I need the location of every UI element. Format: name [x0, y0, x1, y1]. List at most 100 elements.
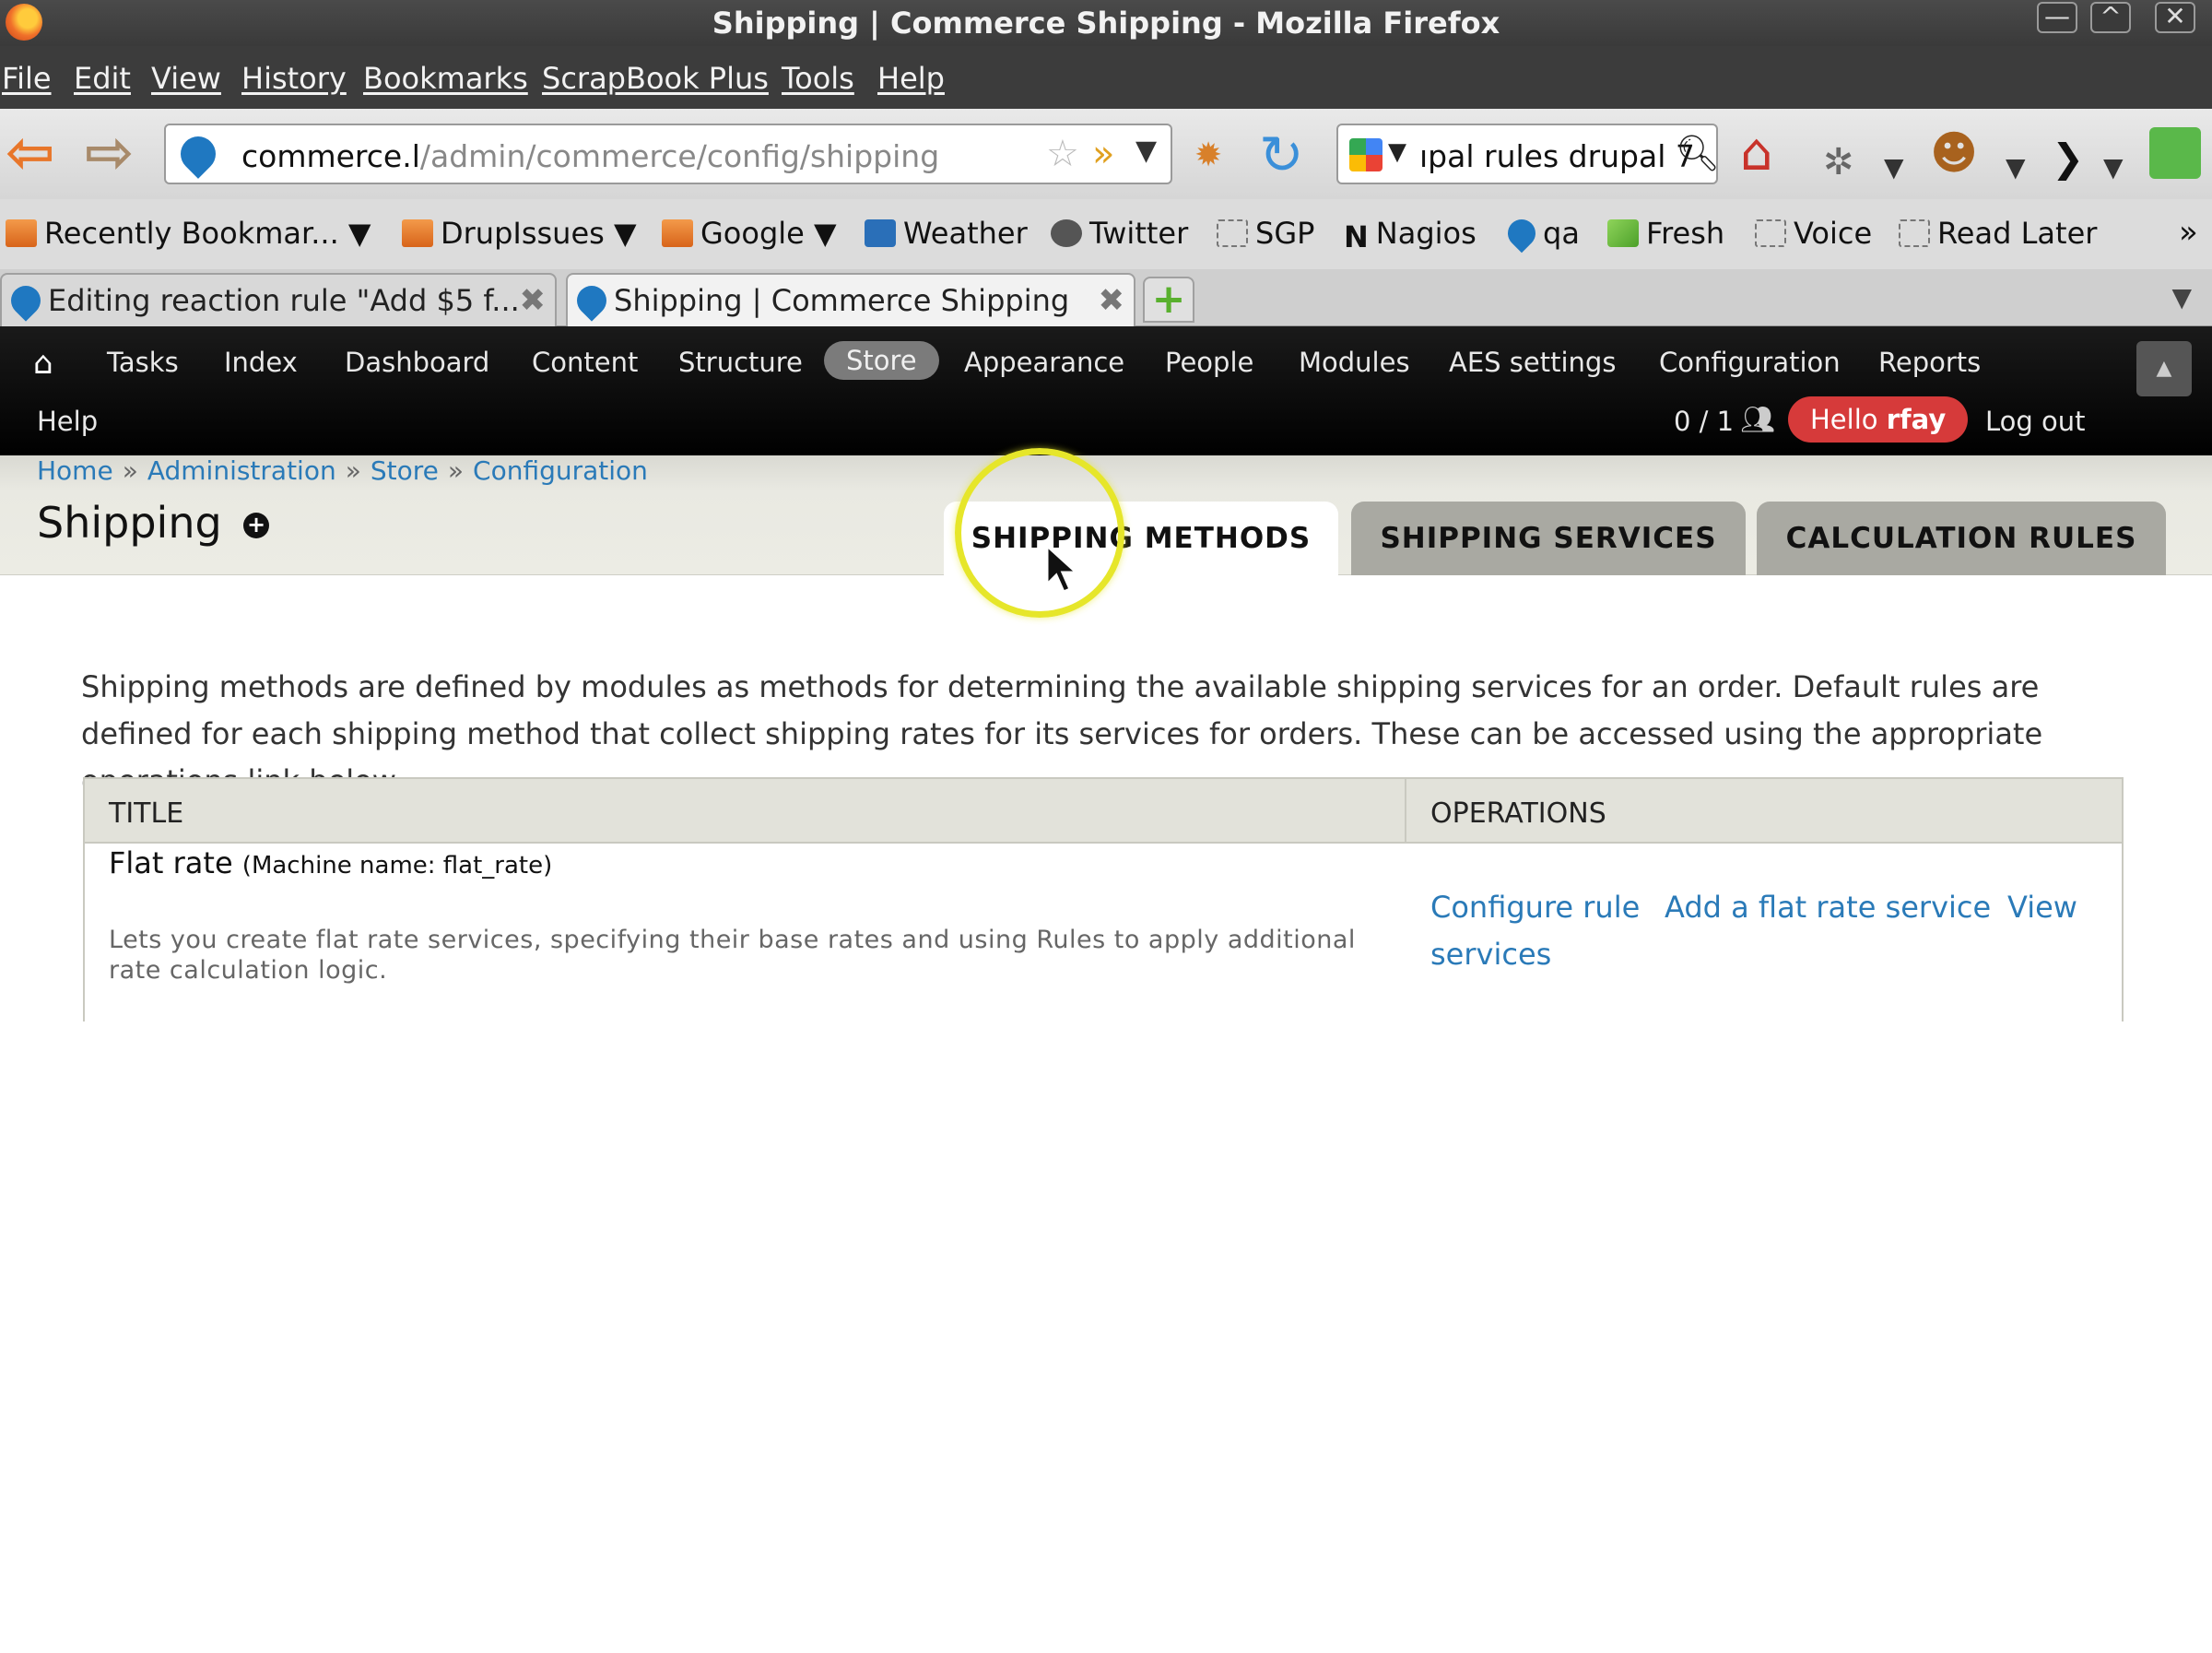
breadcrumb: Home» Administration» Store» Configuration [37, 455, 648, 486]
close-window-button[interactable]: ✕ [2155, 2, 2195, 33]
admin-menu-people[interactable]: People [1165, 347, 1253, 378]
menu-scrapbook-plus[interactable]: ScrapBook Plus [542, 61, 769, 96]
google-search-engine-icon[interactable] [1349, 138, 1382, 171]
addon-dropdown-icon[interactable]: ▼ [1884, 140, 1904, 195]
bookmarks-toolbar: Recently Bookmar... ▼ DrupIssues ▼ Googl… [0, 199, 2212, 269]
menu-tools[interactable]: Tools [782, 61, 854, 96]
admin-menu-configuration[interactable]: Configuration [1659, 347, 1841, 378]
bookmark-recently-bookmarked[interactable]: Recently Bookmar... ▼ [6, 216, 371, 251]
menu-help[interactable]: Help [877, 61, 945, 96]
configure-rule-link[interactable]: Configure rule [1430, 890, 1640, 925]
cursor-highlight-ring [955, 448, 1124, 618]
weather-icon [865, 219, 896, 247]
view-services-link-continued[interactable]: services [1430, 937, 1551, 972]
tab-shipping-services[interactable]: SHIPPING SERVICES [1351, 502, 1746, 575]
home-icon[interactable]: ⌂ [33, 345, 53, 382]
page-title: Shipping [37, 498, 222, 548]
bookmarks-overflow-icon[interactable]: » [2179, 214, 2198, 251]
breadcrumb-administration[interactable]: Administration [147, 455, 336, 486]
drupal-admin-toolbar: ⌂ Tasks Index Dashboard Content Structur… [0, 326, 2212, 455]
breadcrumb-store[interactable]: Store [371, 455, 439, 486]
admin-menu-help[interactable]: Help [37, 406, 98, 437]
toolbar-overflow-dropdown-icon[interactable]: ▼ [2103, 140, 2124, 195]
url-bar[interactable]: commerce.l/admin/commerce/config/shippin… [164, 124, 1172, 184]
chevron-right-icon[interactable]: ❯ [2052, 131, 2084, 186]
bookmark-label: Nagios [1375, 216, 1477, 251]
browser-tab-shipping[interactable]: Shipping | Commerce Shipping ✖ [566, 273, 1135, 326]
bookmark-weather[interactable]: Weather [865, 216, 1028, 251]
bookmark-label: Google ▼ [700, 216, 837, 251]
method-name: Flat rate [109, 845, 233, 880]
greasemonkey-dropdown-icon[interactable]: ▼ [2006, 140, 2026, 195]
view-services-link[interactable]: View [2007, 890, 2077, 925]
add-shortcut-icon[interactable]: + [243, 513, 269, 538]
bookmark-nagios[interactable]: N Nagios [1344, 216, 1477, 254]
feed-icon[interactable]: » [1092, 133, 1114, 175]
back-arrow-icon[interactable]: ⇦ [6, 124, 55, 183]
bookmark-label: Voice [1794, 216, 1873, 251]
breadcrumb-configuration[interactable]: Configuration [473, 455, 648, 486]
menu-view[interactable]: View [151, 61, 221, 96]
drupal-icon [1501, 213, 1542, 254]
firebug-icon[interactable]: ✹ [1194, 136, 1222, 174]
bookmark-page-icon [1217, 219, 1248, 247]
admin-menu-appearance[interactable]: Appearance [964, 347, 1124, 378]
menu-file[interactable]: File [2, 61, 52, 96]
bookmark-read-later[interactable]: Read Later [1899, 216, 2097, 251]
bookmark-voice[interactable]: Voice [1755, 216, 1872, 251]
drupal-favicon-icon [5, 279, 47, 322]
search-icon[interactable]: 🔍︎ [1676, 133, 1720, 174]
bookmark-label: Read Later [1937, 216, 2098, 251]
hello-user-badge[interactable]: Hello rfay [1788, 396, 1969, 443]
admin-menu-store[interactable]: Store [824, 341, 939, 380]
admin-menu-structure[interactable]: Structure [678, 347, 803, 378]
browser-tab-editing-reaction-rule[interactable]: Editing reaction rule "Add $5 f... ✖ [0, 273, 557, 326]
search-input[interactable]: ıpal rules drupal 7 [1419, 138, 1695, 174]
minimize-button[interactable]: — [2037, 2, 2077, 33]
admin-menu-index[interactable]: Index [224, 347, 298, 378]
bookmark-star-icon[interactable]: ☆ [1046, 133, 1079, 175]
bookmark-drupissues[interactable]: DrupIssues ▼ [402, 216, 637, 251]
evernote-icon[interactable] [2149, 127, 2201, 179]
url-text[interactable]: commerce.l/admin/commerce/config/shippin… [241, 138, 939, 174]
admin-menu-aes-settings[interactable]: AES settings [1449, 347, 1616, 378]
bookmark-fresh[interactable]: Fresh [1607, 216, 1724, 251]
menu-history[interactable]: History [241, 61, 347, 96]
search-box[interactable]: ▼ ıpal rules drupal 7 🔍︎ [1336, 124, 1720, 184]
add-flat-rate-service-link[interactable]: Add a flat rate service [1665, 890, 1991, 925]
breadcrumb-home[interactable]: Home [37, 455, 113, 486]
reload-icon[interactable]: ↻ [1259, 128, 1304, 182]
maximize-button[interactable]: ^ [2090, 2, 2131, 33]
menu-bookmarks[interactable]: Bookmarks [363, 61, 528, 96]
new-tab-plus-icon[interactable]: + [1143, 277, 1194, 323]
fresh-icon [1607, 219, 1639, 247]
admin-menu-content[interactable]: Content [532, 347, 638, 378]
bookmark-google[interactable]: Google ▼ [662, 216, 837, 251]
tab-calculation-rules[interactable]: CALCULATION RULES [1757, 502, 2166, 575]
bookmark-twitter[interactable]: Twitter [1051, 216, 1188, 251]
folder-icon [662, 219, 693, 247]
admin-menu-modules[interactable]: Modules [1299, 347, 1410, 378]
admin-menu-tasks[interactable]: Tasks [107, 347, 179, 378]
admin-menu-reports[interactable]: Reports [1878, 347, 1981, 378]
addon-icon[interactable]: ✲ [1823, 135, 1854, 190]
search-engine-dropdown-icon[interactable]: ▼ [1388, 138, 1406, 166]
bookmark-sgp[interactable]: SGP [1217, 216, 1314, 251]
machine-name: (Machine name: flat_rate) [241, 852, 553, 880]
admin-menu-dashboard[interactable]: Dashboard [345, 347, 489, 378]
url-dropdown-icon[interactable]: ▼ [1135, 135, 1157, 167]
bookmark-qa[interactable]: qa [1501, 213, 1580, 254]
folder-icon [402, 219, 433, 247]
toolbar-toggle-icon[interactable]: ▲ [2136, 341, 2192, 396]
forward-arrow-icon[interactable]: ⇨ [85, 124, 135, 183]
greasemonkey-icon[interactable]: ☻ [1930, 125, 1978, 181]
tab-list-dropdown-icon[interactable]: ▼ [2171, 282, 2192, 313]
users-icon: 👥︎ [1740, 404, 1776, 436]
close-tab-icon[interactable]: ✖ [520, 282, 547, 319]
close-tab-icon[interactable]: ✖ [1099, 282, 1125, 319]
logout-link[interactable]: Log out [1985, 406, 2086, 437]
home-icon[interactable]: ⌂ [1740, 125, 1773, 181]
shipping-methods-table: TITLE OPERATIONS Flat rate (Machine name… [83, 777, 2124, 1021]
menu-edit[interactable]: Edit [74, 61, 131, 96]
bookmark-label: Weather [903, 216, 1028, 251]
